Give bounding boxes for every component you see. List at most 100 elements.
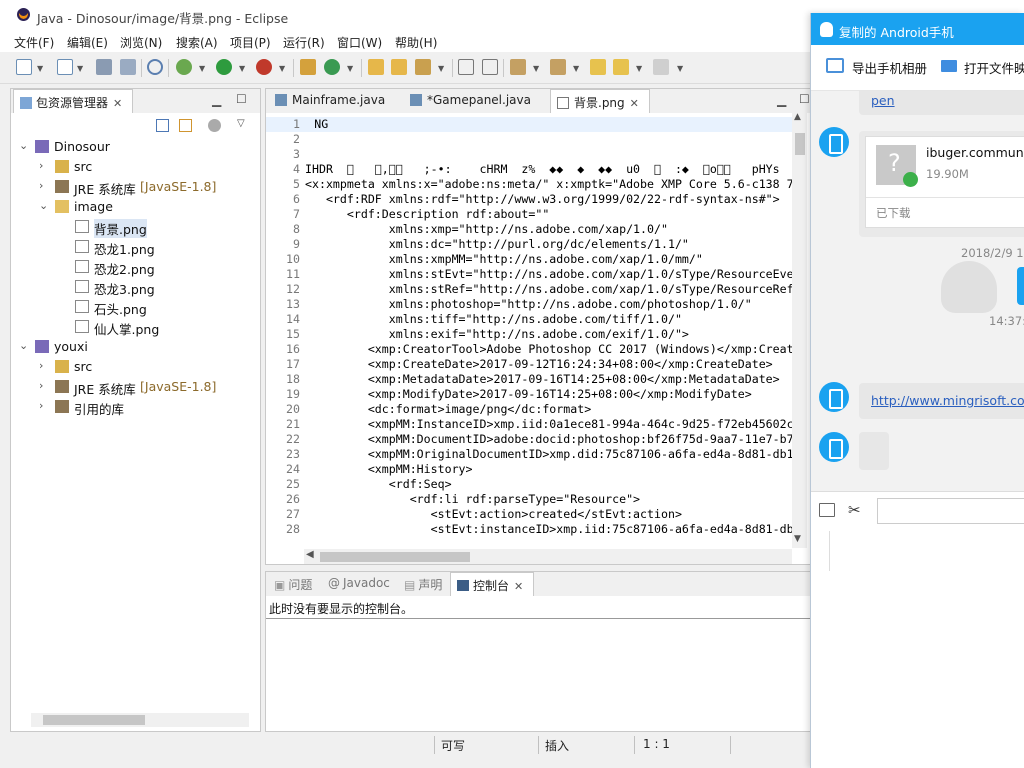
collapsed-arrow-icon[interactable]: ›	[39, 359, 43, 372]
new-dropdown-icon[interactable]: ▼	[37, 64, 43, 73]
project-icon	[35, 140, 49, 153]
tree-item[interactable]: ⌄ Dinosour	[11, 137, 260, 157]
back-dropdown-icon[interactable]: ▼	[636, 64, 642, 73]
menu-window[interactable]: 窗口(W)	[337, 34, 382, 51]
collapsed-arrow-icon[interactable]: ›	[39, 159, 43, 172]
maximize-icon[interactable]: ☐	[799, 92, 810, 106]
minimize-icon[interactable]: ▁	[777, 93, 786, 107]
run-icon[interactable]	[216, 59, 232, 75]
tab-declaration[interactable]: ▤ 声明	[398, 572, 450, 596]
forward-dropdown-icon[interactable]: ▼	[677, 64, 683, 73]
expanded-arrow-icon[interactable]: ⌄	[19, 139, 28, 152]
file-card[interactable]: ? ibuger.communit 19.90M 已下载	[865, 136, 1024, 228]
last-edit-icon[interactable]	[590, 59, 606, 75]
open-task-icon[interactable]	[391, 59, 407, 75]
expanded-arrow-icon[interactable]: ⌄	[19, 339, 28, 352]
close-tab-icon[interactable]: ✕	[630, 97, 639, 110]
tab-javadoc[interactable]: @ Javadoc	[322, 572, 398, 596]
partial-link[interactable]: pen	[871, 93, 895, 108]
folder-icon[interactable]	[819, 503, 835, 517]
toggle-mark-icon[interactable]	[458, 59, 474, 75]
next-annotation-icon[interactable]	[510, 59, 526, 75]
tree-item[interactable]: › src	[11, 157, 260, 177]
close-icon[interactable]: ✕	[113, 97, 122, 110]
tree-item[interactable]: › 引用的库	[11, 397, 260, 417]
prev-annotation-icon[interactable]	[550, 59, 566, 75]
view-menu-icon[interactable]: ▽	[237, 118, 245, 129]
new-class-dropdown-icon[interactable]: ▼	[347, 64, 353, 73]
tools-dropdown-icon[interactable]: ▼	[279, 64, 285, 73]
prev-annotation-dropdown-icon[interactable]: ▼	[573, 64, 579, 73]
scroll-left-icon[interactable]: ◀	[306, 549, 314, 560]
open-folder-button[interactable]: 打开文件映	[964, 58, 1024, 77]
tab-mainframe-java[interactable]: Mainframe.java	[269, 89, 402, 113]
open-type-icon[interactable]	[368, 59, 384, 75]
menu-run[interactable]: 运行(R)	[283, 34, 325, 51]
new-package-icon[interactable]	[57, 59, 73, 75]
message-input[interactable]	[877, 498, 1024, 524]
export-album-button[interactable]: 导出手机相册	[852, 58, 927, 77]
menu-edit[interactable]: 编辑(E)	[67, 34, 108, 51]
scroll-up-icon[interactable]: ▲	[794, 112, 801, 122]
external-tools-icon[interactable]	[256, 59, 272, 75]
save-all-icon[interactable]	[120, 59, 136, 75]
debug-icon[interactable]	[176, 59, 192, 75]
collapsed-arrow-icon[interactable]: ›	[39, 179, 43, 192]
minimize-icon[interactable]: ▁	[212, 93, 221, 107]
tab-console[interactable]: 控制台 ✕	[450, 572, 534, 596]
explorer-hscrollbar[interactable]	[31, 713, 249, 727]
code-editor[interactable]: 1 NG 2  3 4 IHDR    ,   ;-•: cHRM z% ◆◆ ◆ ◆◆…	[266, 113, 792, 537]
skip-breakpoints-icon[interactable]	[147, 59, 163, 75]
menu-navigate[interactable]: 浏览(N)	[120, 34, 162, 51]
scissors-icon[interactable]: ✂	[848, 501, 861, 519]
debug-dropdown-icon[interactable]: ▼	[199, 64, 205, 73]
save-icon[interactable]	[96, 59, 112, 75]
scroll-thumb[interactable]	[43, 715, 145, 725]
tree-item[interactable]: ⌄ image	[11, 197, 260, 217]
new-java-project-icon[interactable]	[300, 59, 316, 75]
menu-search[interactable]: 搜索(A)	[176, 34, 218, 51]
tree-item[interactable]: 背景.png	[11, 217, 260, 238]
menu-file[interactable]: 文件(F)	[14, 34, 54, 51]
tree-item[interactable]: 恐龙2.png	[11, 257, 260, 277]
next-annotation-dropdown-icon[interactable]: ▼	[533, 64, 539, 73]
tab-problems[interactable]: ▣ 问题	[268, 572, 322, 596]
tree-item[interactable]: › JRE 系统库 [JavaSE-1.8]	[11, 377, 260, 397]
search-icon[interactable]	[415, 59, 431, 75]
forward-icon[interactable]	[653, 59, 669, 75]
tree-item[interactable]: ⌄ youxi	[11, 337, 260, 357]
tree-item[interactable]: 恐龙3.png	[11, 277, 260, 297]
tree-item[interactable]: › src	[11, 357, 260, 377]
collapse-all-icon[interactable]	[156, 119, 169, 132]
menu-project[interactable]: 项目(P)	[230, 34, 271, 51]
back-icon[interactable]	[613, 59, 629, 75]
focus-icon[interactable]	[208, 119, 221, 132]
collapsed-arrow-icon[interactable]: ›	[39, 379, 43, 392]
vscroll-thumb[interactable]	[795, 133, 805, 155]
show-whitespace-icon[interactable]	[482, 59, 498, 75]
new-dropdown2-icon[interactable]: ▼	[77, 64, 83, 73]
new-class-icon[interactable]	[324, 59, 340, 75]
search-dropdown-icon[interactable]: ▼	[438, 64, 444, 73]
collapsed-arrow-icon[interactable]: ›	[39, 399, 43, 412]
tab-background-png[interactable]: 背景.png ✕	[550, 89, 650, 113]
expanded-arrow-icon[interactable]: ⌄	[39, 199, 48, 212]
tab-package-explorer[interactable]: 包资源管理器 ✕	[13, 89, 133, 113]
run-dropdown-icon[interactable]: ▼	[239, 64, 245, 73]
editor-hscrollbar[interactable]: ◀	[304, 549, 792, 564]
tree-item[interactable]: 仙人掌.png	[11, 317, 260, 337]
tree-item[interactable]: 石头.png	[11, 297, 260, 317]
link-editor-icon[interactable]	[179, 119, 192, 132]
tree-item[interactable]: 恐龙1.png	[11, 237, 260, 257]
hscroll-thumb[interactable]	[320, 552, 470, 562]
maximize-icon[interactable]: ☐	[236, 92, 247, 106]
close-console-icon[interactable]: ✕	[514, 580, 523, 593]
scroll-down-icon[interactable]: ▼	[794, 534, 801, 544]
editor-vscrollbar[interactable]: ▲ ▼	[792, 112, 807, 548]
tree-item[interactable]: › JRE 系统库 [JavaSE-1.8]	[11, 177, 260, 197]
message-link[interactable]: http://www.mingrisoft.co	[871, 393, 1024, 408]
menu-help[interactable]: 帮助(H)	[395, 34, 437, 51]
tab-gamepanel-java[interactable]: *Gamepanel.java	[404, 89, 544, 113]
line-number: 12	[286, 282, 300, 296]
new-icon[interactable]	[16, 59, 32, 75]
